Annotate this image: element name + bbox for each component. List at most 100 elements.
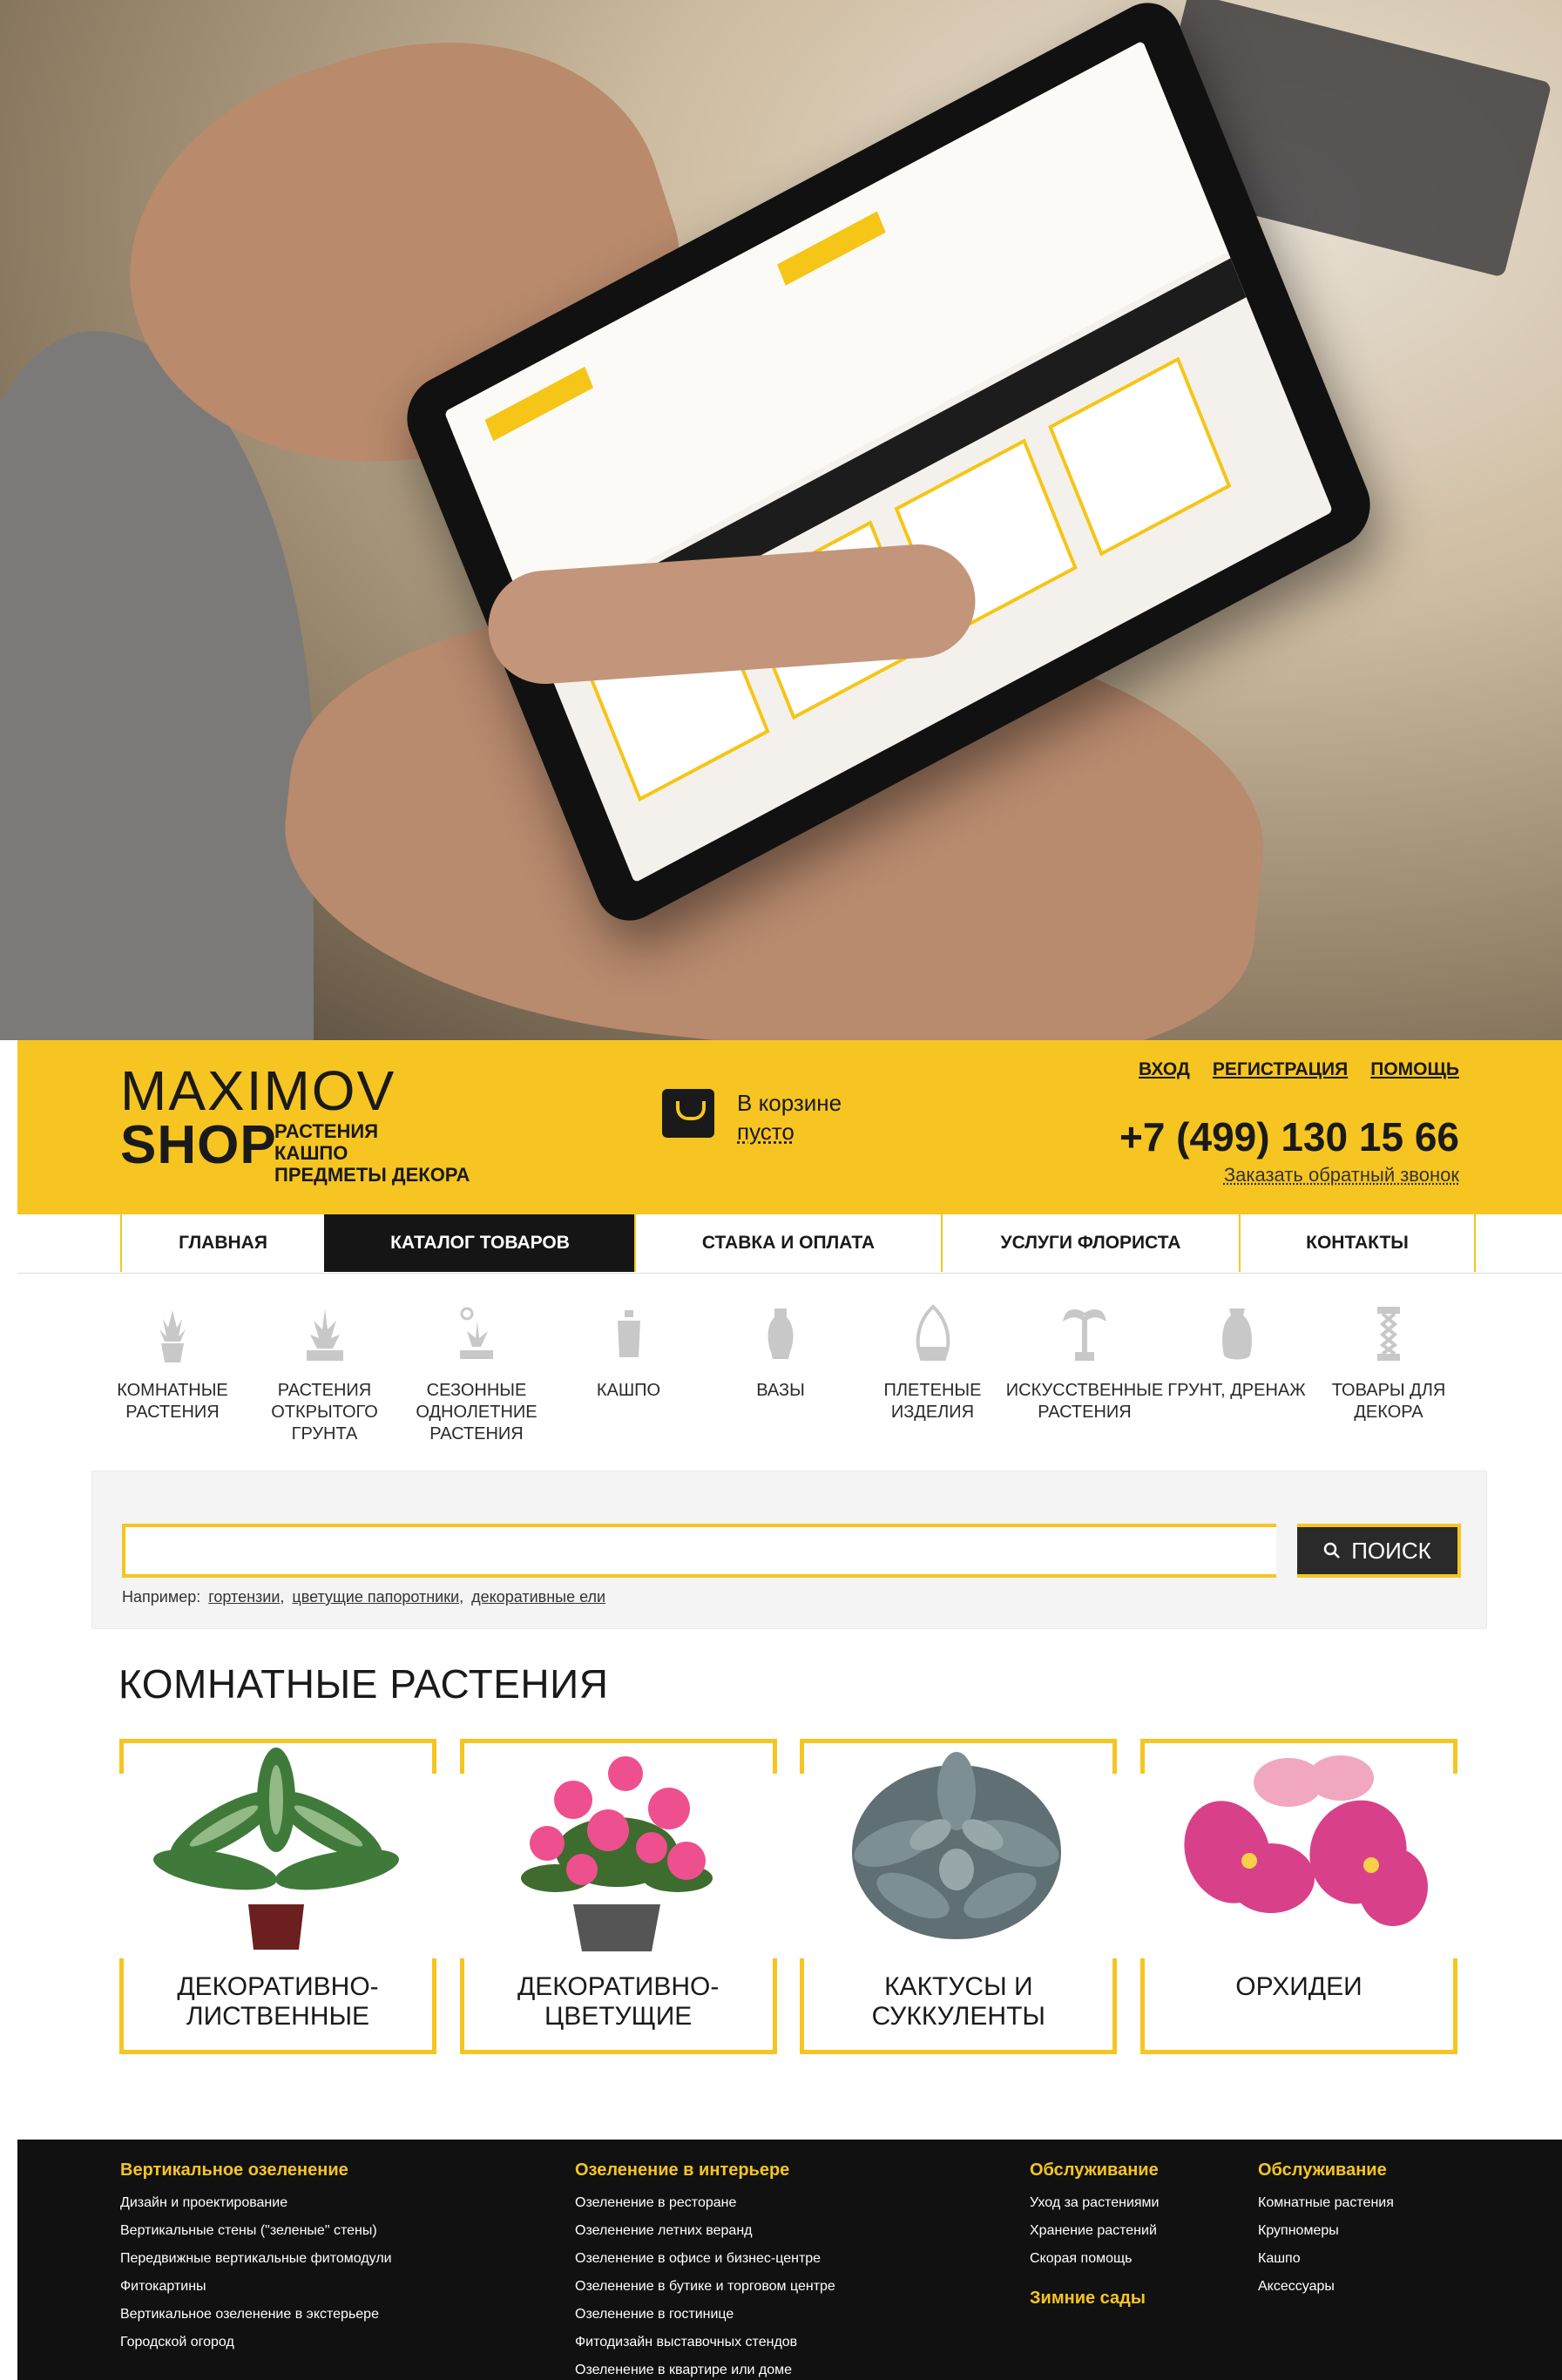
footer-link[interactable]: Аксессуары	[1258, 2273, 1394, 2301]
nav-home[interactable]: ГЛАВНАЯ	[120, 1214, 324, 1272]
decor-column-icon	[1363, 1298, 1415, 1364]
category-seasonal-plants[interactable]: СЕЗОННЫЕ ОДНОЛЕТНИЕ РАСТЕНИЯ	[407, 1298, 546, 1445]
nav-delivery[interactable]: СТАВКА И ОПЛАТА	[634, 1214, 941, 1272]
card-frame	[1139, 1739, 1145, 1774]
search-input[interactable]	[122, 1524, 1276, 1578]
product-category-cards: ДЕКОРАТИВНО-ЛИСТВЕННЫЕ ДЕКОРАТИВНО-ЦВЕТУ…	[119, 1739, 1457, 2054]
category-label: ПЛЕТЕНЫЕ ИЗДЕЛИЯ	[883, 1381, 982, 1422]
logo-shop[interactable]: SHOP	[120, 1119, 277, 1173]
search-examples: Например: гортензии, цветущие папоротник…	[122, 1588, 606, 1606]
logo-tagline: РАСТЕНИЯ КАШПО ПРЕДМЕТЫ ДЕКОРА	[274, 1120, 470, 1186]
search-button-label: ПОИСК	[1351, 1537, 1431, 1564]
cart-status: В корзине пусто	[737, 1089, 842, 1146]
wicker-basket-icon	[907, 1298, 959, 1364]
footer-heading[interactable]: Озеленение в интерьере	[575, 2160, 835, 2181]
footer-link[interactable]: Уход за растениями	[1030, 2189, 1160, 2217]
succulent-image	[852, 1752, 1062, 1939]
category-wicker[interactable]: ПЛЕТЕНЫЕ ИЗДЕЛИЯ	[863, 1298, 1003, 1445]
callback-link[interactable]: Заказать обратный звонок	[1224, 1164, 1459, 1187]
nav-catalog[interactable]: КАТАЛОГ ТОВАРОВ	[324, 1214, 634, 1272]
card-succulents[interactable]: КАКТУСЫ И СУККУЛЕНТЫ	[800, 1739, 1118, 2054]
cart-empty-link[interactable]: пусто	[737, 1118, 842, 1146]
category-vases[interactable]: ВАЗЫ	[711, 1298, 850, 1445]
cart-widget[interactable]: В корзине пусто	[662, 1089, 842, 1146]
footer-link[interactable]: Хранение растений	[1030, 2217, 1160, 2245]
category-decor[interactable]: ТОВАРЫ ДЛЯ ДЕКОРА	[1319, 1298, 1458, 1445]
flowerpot-icon	[603, 1298, 655, 1364]
search-example-link[interactable]: цветущие папоротники	[292, 1588, 459, 1606]
footer-link[interactable]: Крупномеры	[1258, 2217, 1394, 2245]
register-link[interactable]: РЕГИСТРАЦИЯ	[1213, 1059, 1348, 1080]
footer-link[interactable]: Фитодизайн выставочных стендов	[575, 2329, 835, 2356]
category-label: РАСТЕНИЯ ОТКРЫТОГО ГРУНТА	[271, 1381, 378, 1444]
vase-icon	[754, 1298, 807, 1364]
footer-link[interactable]: Фитокартины	[120, 2273, 392, 2301]
search-panel: ПОИСК Например: гортензии, цветущие папо…	[91, 1471, 1487, 1629]
category-flowerpots[interactable]: КАШПО	[559, 1298, 699, 1445]
category-label: ГРУНТ, ДРЕНАЖ	[1167, 1381, 1306, 1400]
card-orchids[interactable]: ОРХИДЕИ	[1139, 1739, 1457, 2054]
footer-link[interactable]: Вертикальные стены ("зеленые" стены)	[120, 2217, 392, 2245]
site-header: MAXIMOV SHOP РАСТЕНИЯ КАШПО ПРЕДМЕТЫ ДЕК…	[17, 1040, 1562, 1214]
search-example-link[interactable]: гортензии	[208, 1588, 280, 1606]
footer-link[interactable]: Дизайн и проектирование	[120, 2189, 392, 2217]
card-flowering[interactable]: ДЕКОРАТИВНО-ЦВЕТУЩИЕ	[459, 1739, 777, 2054]
footer-heading[interactable]: Зимние сады	[1030, 2289, 1160, 2309]
card-frame	[432, 1739, 436, 1774]
shopping-bag-icon[interactable]	[662, 1089, 714, 1138]
nav-florist[interactable]: УСЛУГИ ФЛОРИСТА	[941, 1214, 1239, 1272]
footer-link[interactable]: Кашпо	[1258, 2245, 1394, 2273]
footer-link[interactable]: Вертикальное озеленение в экстерьере	[120, 2301, 392, 2329]
card-leafy[interactable]: ДЕКОРАТИВНО-ЛИСТВЕННЫЕ	[119, 1739, 436, 2054]
footer-link[interactable]: Озеленение в квартире или доме	[575, 2356, 835, 2380]
category-artificial[interactable]: ИСКУССТВЕННЫЕ РАСТЕНИЯ	[1006, 1298, 1163, 1445]
card-frame	[119, 2050, 436, 2054]
card-frame	[459, 1739, 777, 1743]
card-frame	[119, 1739, 436, 1743]
footer-heading[interactable]: Обслуживание	[1030, 2160, 1160, 2181]
category-label: СЕЗОННЫЕ ОДНОЛЕТНИЕ РАСТЕНИЯ	[416, 1381, 538, 1444]
footer-column: Вертикальное озеленение Дизайн и проекти…	[120, 2160, 392, 2356]
footer-heading[interactable]: Вертикальное озеленение	[120, 2160, 392, 2181]
category-outdoor-plants[interactable]: РАСТЕНИЯ ОТКРЫТОГО ГРУНТА	[255, 1298, 395, 1445]
footer-link[interactable]: Озеленение в бутике и торговом центре	[575, 2273, 835, 2301]
main-nav: ГЛАВНАЯ КАТАЛОГ ТОВАРОВ СТАВКА И ОПЛАТА …	[17, 1214, 1562, 1274]
search-button[interactable]: ПОИСК	[1297, 1524, 1461, 1578]
card-label: ОРХИДЕИ	[1235, 1972, 1363, 2001]
footer-link[interactable]: Озеленение летних веранд	[575, 2217, 835, 2245]
cart-line: В корзине	[737, 1090, 842, 1116]
orchid-image	[1184, 1755, 1428, 1926]
help-link[interactable]: ПОМОЩЬ	[1370, 1059, 1459, 1080]
card-frame	[459, 2050, 777, 2054]
phone-number: +7 (499) 130 15 66	[1119, 1114, 1459, 1160]
category-label: КОМНАТНЫЕ РАСТЕНИЯ	[117, 1381, 228, 1422]
search-example-link[interactable]: декоративные ели	[471, 1588, 605, 1606]
hero-photo	[0, 0, 1562, 1040]
login-link[interactable]: ВХОД	[1139, 1059, 1190, 1080]
category-indoor-plants[interactable]: КОМНАТНЫЕ РАСТЕНИЯ	[103, 1298, 242, 1445]
footer-link[interactable]: Городской огород	[120, 2329, 392, 2356]
footer-link[interactable]: Комнатные растения	[1258, 2189, 1394, 2217]
search-icon	[1323, 1542, 1341, 1558]
card-label: ДЕКОРАТИВНО-ЛИСТВЕННЫЕ	[177, 1972, 379, 2031]
category-label: ИСКУССТВЕННЫЕ РАСТЕНИЯ	[1005, 1381, 1164, 1422]
ground-plant-icon	[299, 1298, 351, 1364]
card-frame	[800, 1739, 805, 1774]
footer-link[interactable]: Озеленение в офисе и бизнес-центре	[575, 2245, 835, 2273]
logo-tag: КАШПО	[274, 1142, 348, 1164]
card-frame	[1139, 1739, 1457, 1743]
logo-maximov[interactable]: MAXIMOV	[120, 1063, 396, 1119]
footer-link[interactable]: Скорая помощь	[1030, 2245, 1160, 2273]
card-label: КАКТУСЫ И СУККУЛЕНТЫ	[871, 1972, 1045, 2031]
card-frame	[119, 1739, 124, 1774]
category-soil[interactable]: ГРУНТ, ДРЕНАЖ	[1167, 1298, 1307, 1445]
card-label: ДЕКОРАТИВНО-ЦВЕТУЩИЕ	[517, 1972, 720, 2031]
footer-heading[interactable]: Обслуживание	[1258, 2160, 1394, 2181]
footer-link[interactable]: Озеленение в ресторане	[575, 2189, 835, 2217]
nav-contacts[interactable]: КОНТАКТЫ	[1239, 1214, 1476, 1272]
category-strip: КОМНАТНЫЕ РАСТЕНИЯ РАСТЕНИЯ ОТКРЫТОГО ГР…	[103, 1298, 1458, 1445]
footer-link[interactable]: Озеленение в гостинице	[575, 2301, 835, 2329]
card-frame	[800, 2050, 1118, 2054]
footer-link[interactable]: Передвижные вертикальные фитомодули	[120, 2245, 392, 2273]
card-frame	[459, 1739, 464, 1774]
